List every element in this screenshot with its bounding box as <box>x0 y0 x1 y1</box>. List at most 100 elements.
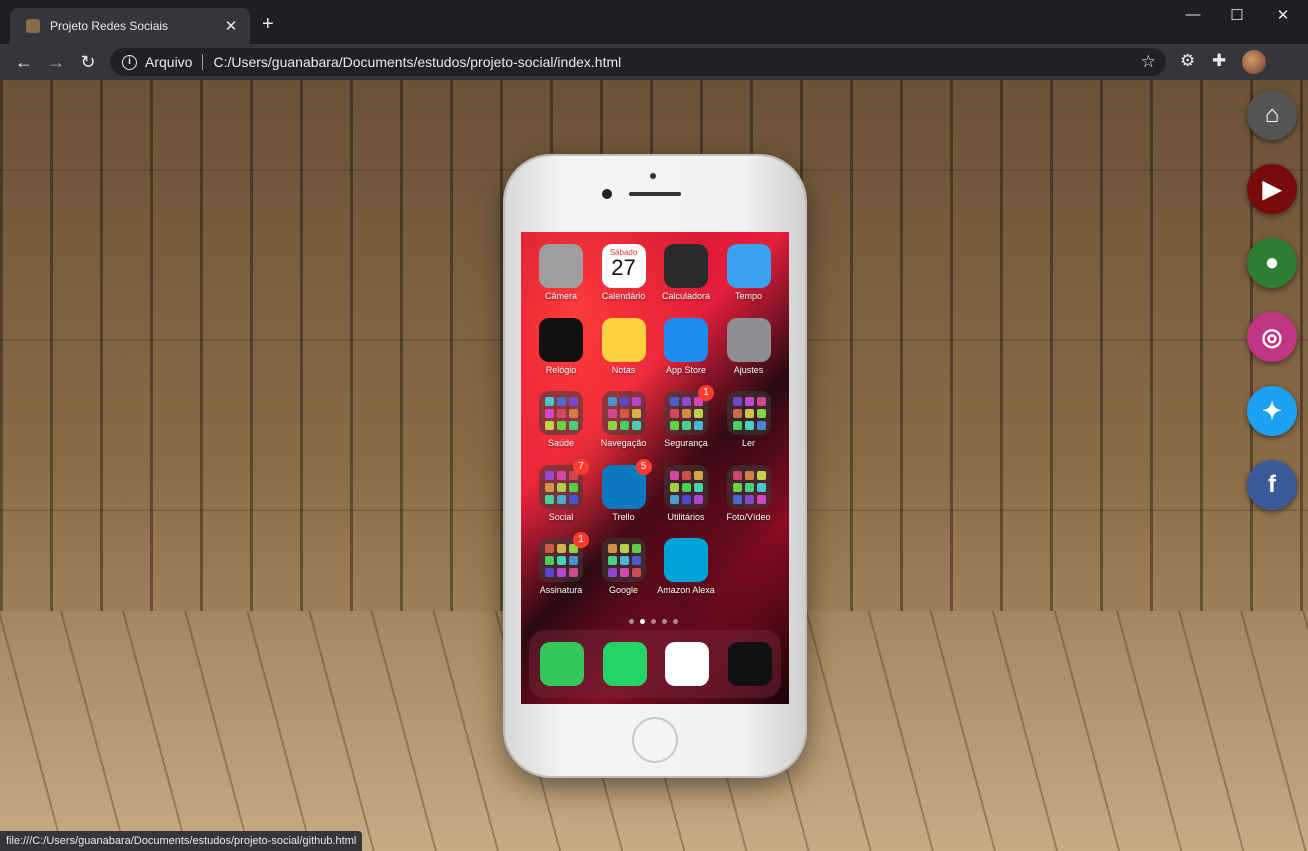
notification-badge: 1 <box>573 532 589 548</box>
app-saúde[interactable]: Saúde <box>531 391 591 448</box>
instagram-icon: ◎ <box>1261 323 1283 351</box>
notes-icon <box>601 317 646 362</box>
tab-close-icon[interactable]: ✕ <box>222 17 240 35</box>
app-foto-vídeo[interactable]: Foto/Vídeo <box>719 464 779 522</box>
close-window-icon[interactable]: ✕ <box>1268 6 1298 24</box>
app-ler[interactable]: Ler <box>719 391 779 448</box>
app-label: Câmera <box>544 291 577 301</box>
twitter-icon: ✦ <box>1261 397 1283 425</box>
app-label: Notas <box>611 364 636 375</box>
page-dots <box>629 619 678 624</box>
spotify-icon[interactable] <box>727 642 772 686</box>
page-viewport: Câmera Sábado 27 Calendário Calculadora Tempo… <box>0 80 1308 851</box>
phone-icon[interactable] <box>540 642 584 686</box>
app-calculadora[interactable]: Calculadora <box>656 244 716 301</box>
browser-toolbar: ← → ↻ i Arquivo C:/Users/guanabara/Docum… <box>0 44 1308 80</box>
home-button[interactable] <box>632 717 678 763</box>
new-tab-button[interactable]: + <box>262 14 274 34</box>
youtube-button[interactable]: ▶ <box>1247 164 1297 214</box>
folder-icon: 1 <box>664 385 714 435</box>
app-label: App Store <box>665 364 707 375</box>
calendar-day-number: 27 <box>611 255 636 280</box>
youtube-icon: ▶ <box>1262 175 1282 203</box>
app-app-store[interactable]: App Store <box>656 317 716 375</box>
profile-avatar[interactable] <box>1242 50 1266 74</box>
app-label: Assinatura <box>539 585 583 595</box>
facebook-icon: f <box>1268 471 1276 498</box>
app-navegação[interactable]: Navegação <box>594 391 654 448</box>
app-label: Trello <box>612 511 635 522</box>
weather-icon <box>726 244 771 288</box>
app-label: Ler <box>741 438 755 448</box>
calendar-icon: Sábado 27 <box>601 244 646 288</box>
browser-tab[interactable]: Projeto Redes Sociais ✕ <box>10 8 250 44</box>
favicon-icon <box>26 19 40 33</box>
phone-dock <box>529 630 781 698</box>
extension-gear-icon[interactable]: ⚙ <box>1180 51 1195 71</box>
alexa-icon <box>664 538 708 582</box>
github-button[interactable]: ● <box>1247 238 1297 288</box>
clock-icon <box>539 317 583 362</box>
app-trello[interactable]: 5 Trello <box>594 458 654 522</box>
calculator-icon <box>664 244 708 288</box>
app-segurança[interactable]: 1 Segurança <box>656 385 716 448</box>
app-label: Segurança <box>664 438 708 448</box>
app-social[interactable]: 7 Social <box>531 458 591 522</box>
app-label: Foto/Vídeo <box>726 511 771 522</box>
maximize-icon[interactable]: ☐ <box>1222 6 1252 24</box>
whatsapp-icon[interactable] <box>602 642 647 686</box>
folder-icon: 7 <box>539 458 589 509</box>
folder-icon <box>726 464 771 509</box>
instagram-button[interactable]: ◎ <box>1247 312 1297 362</box>
app-label: Utilitários <box>667 511 705 522</box>
app-calendário[interactable]: Sábado 27 Calendário <box>594 244 654 301</box>
extensions-puzzle-icon[interactable]: ✚ <box>1212 51 1226 71</box>
app-relógio[interactable]: Relógio <box>531 317 591 375</box>
bookmark-star-icon[interactable]: ☆ <box>1141 52 1156 72</box>
page-dot <box>651 619 656 624</box>
notification-badge: 1 <box>698 385 714 401</box>
safari-icon[interactable] <box>665 642 709 686</box>
scheme-label: Arquivo <box>145 54 193 70</box>
app-label: Navegação <box>600 438 647 448</box>
app-label: Calendário <box>601 291 646 301</box>
app-assinatura[interactable]: 1 Assinatura <box>531 532 591 595</box>
folder-icon <box>664 464 708 509</box>
app-câmera[interactable]: Câmera <box>531 244 591 301</box>
reload-icon[interactable]: ↻ <box>76 50 100 74</box>
app-utilitários[interactable]: Utilitários <box>656 464 716 522</box>
page-dot <box>673 619 678 624</box>
minimize-icon[interactable]: — <box>1178 6 1208 23</box>
app-ajustes[interactable]: Ajustes <box>719 317 779 375</box>
tab-title: Projeto Redes Sociais <box>50 19 169 33</box>
trello-icon: 5 <box>601 458 652 509</box>
appstore-icon <box>664 317 708 362</box>
page-dot <box>662 619 667 624</box>
title-bar: Projeto Redes Sociais ✕ + — ☐ ✕ <box>0 0 1308 44</box>
app-google[interactable]: Google <box>594 538 654 595</box>
page-dot <box>629 619 634 624</box>
app-notas[interactable]: Notas <box>594 317 654 375</box>
twitter-button[interactable]: ✦ <box>1247 386 1297 436</box>
status-bar-url: file:///C:/Users/guanabara/Documents/est… <box>0 831 363 851</box>
url-text[interactable]: C:/Users/guanabara/Documents/estudos/pro… <box>213 54 621 70</box>
folder-icon <box>539 391 583 435</box>
forward-icon[interactable]: → <box>44 50 68 74</box>
home-button[interactable]: ⌂ <box>1247 90 1297 140</box>
notification-badge: 7 <box>573 458 589 475</box>
camera-icon <box>539 244 583 288</box>
home-icon: ⌂ <box>1264 101 1280 128</box>
github-icon: ● <box>1264 249 1280 276</box>
app-label: Saúde <box>547 438 575 448</box>
app-tempo[interactable]: Tempo <box>719 244 779 301</box>
app-amazon-alexa[interactable]: Amazon Alexa <box>656 538 716 595</box>
back-icon[interactable]: ← <box>12 50 36 74</box>
app-label: Tempo <box>734 291 762 301</box>
facebook-button[interactable]: f <box>1247 460 1297 510</box>
app-label: Ajustes <box>733 364 764 375</box>
folder-icon <box>726 391 771 435</box>
app-label: Social <box>548 511 574 522</box>
folder-icon: 1 <box>539 532 589 582</box>
info-icon[interactable]: i <box>122 54 137 70</box>
address-bar[interactable]: i Arquivo C:/Users/guanabara/Documents/e… <box>110 48 1166 76</box>
